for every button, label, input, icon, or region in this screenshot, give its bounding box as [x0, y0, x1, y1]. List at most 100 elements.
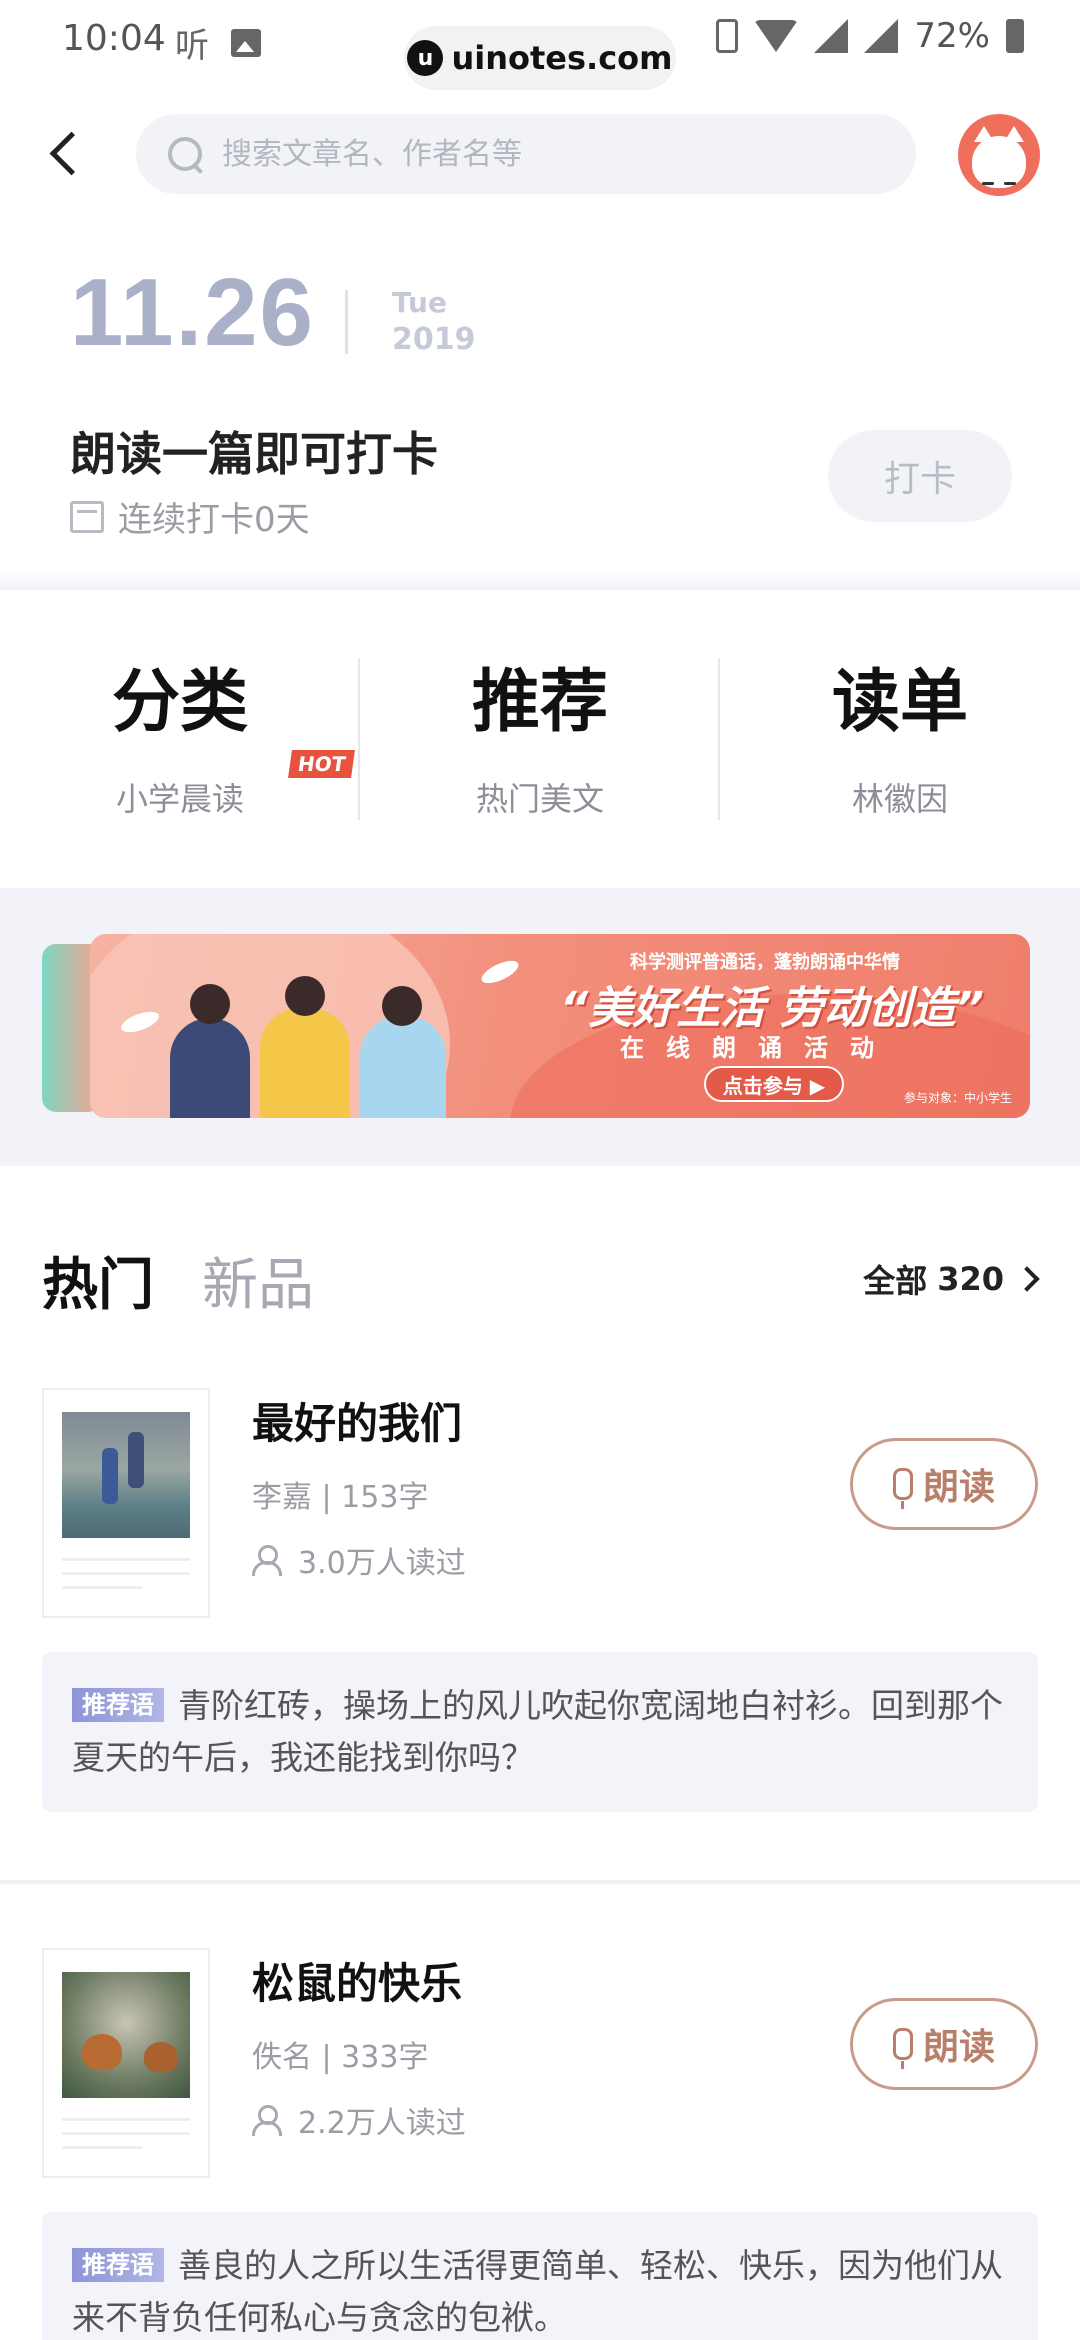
uinotes-logo-icon: u — [407, 40, 444, 76]
read-aloud-button[interactable]: 朗读 — [850, 1998, 1038, 2090]
hot-badge: HOT — [288, 750, 356, 778]
recommendation-tag: 推荐语 — [72, 1688, 164, 1722]
article-thumbnail — [42, 1388, 210, 1618]
article-meta: 佚名 | 333字 — [252, 2040, 429, 2075]
person-illustration — [360, 1016, 446, 1118]
person-head — [285, 976, 325, 1016]
category-recommend[interactable]: 推荐 热门美文 — [360, 590, 720, 888]
thumb-text-line — [62, 2132, 190, 2135]
people-icon — [252, 2105, 288, 2136]
article-thumbnail — [42, 1948, 210, 2178]
read-aloud-label: 朗读 — [922, 1467, 995, 1508]
thumb-text-line — [62, 1586, 142, 1589]
recommendation-text: 青阶红砖，操场上的风儿吹起你宽阔地白衬衫。回到那个夏天的午后，我还能找到你吗？ — [72, 1686, 1003, 1777]
thumb-text-line — [62, 2118, 190, 2121]
search-input[interactable] — [222, 136, 822, 172]
category-title: 读单 — [831, 662, 968, 742]
checkin-streak: 连续打卡0天 — [70, 492, 310, 541]
person-illustration — [260, 1008, 350, 1118]
status-bar: 10:04 听 u uinotes.com 72% — [0, 0, 1080, 90]
recommendation-text: 善良的人之所以生活得更简单、轻松、快乐，因为他们从来不背负任何私心与贪念的包袱。 — [72, 2246, 1003, 2337]
signal-icon-2 — [864, 19, 899, 53]
recommendation-box: 推荐语 善良的人之所以生活得更简单、轻松、快乐，因为他们从来不背负任何私心与贪念的… — [42, 2212, 1038, 2340]
read-aloud-label: 朗读 — [922, 2027, 995, 2068]
category-title: 推荐 — [471, 662, 608, 742]
checkin-title: 朗读一篇即可打卡 — [70, 427, 438, 481]
date-separator — [345, 290, 348, 354]
article-item[interactable]: 松鼠的快乐 佚名 | 333字 2.2万人读过 朗读 — [0, 1948, 1080, 2188]
article-cover-image — [62, 1412, 190, 1538]
figure-illustration — [102, 1448, 118, 1504]
calendar-icon — [70, 500, 104, 533]
microphone-icon — [892, 2028, 913, 2069]
cat-face-icon — [972, 136, 1026, 188]
tab-new[interactable]: 新品 — [202, 1240, 314, 1321]
url-watermark: u uinotes.com — [404, 26, 676, 90]
cat-eye-left — [982, 182, 994, 185]
battery-percent: 72% — [914, 16, 990, 56]
thumb-text-line — [62, 1572, 190, 1575]
app-notification-icon: 听 — [175, 26, 209, 66]
article-reads: 3.0万人读过 — [252, 1538, 466, 1582]
squirrel-illustration — [82, 2034, 122, 2070]
banner-target-audience: 参与对象：中小学生 — [903, 1091, 1012, 1105]
date-day-month: 11.26 — [70, 259, 315, 366]
category-title: 分类 — [111, 662, 248, 742]
category-subtitle: 热门美文 — [475, 780, 604, 818]
signal-icon — [814, 19, 849, 53]
status-time: 10:04 — [62, 18, 166, 59]
recommendation-box: 推荐语 青阶红砖，操场上的风儿吹起你宽阔地白衬衫。回到那个夏天的午后，我还能找到你… — [42, 1652, 1038, 1812]
recommendation-tag: 推荐语 — [72, 2248, 164, 2282]
list-divider — [0, 1880, 1080, 1884]
image-notification-icon — [231, 28, 261, 57]
view-all-link[interactable]: 全部 320 — [863, 1256, 1040, 1302]
cat-eye-right — [1004, 182, 1016, 185]
view-all-count: 320 — [937, 1260, 1004, 1298]
tab-hot[interactable]: 热门 — [42, 1240, 154, 1321]
category-reading-list[interactable]: 读单 林徽因 — [720, 590, 1080, 888]
url-text: uinotes.com — [451, 39, 673, 77]
category-row: 分类 小学晨读 HOT 推荐 热门美文 读单 林徽因 — [0, 590, 1080, 888]
article-reads: 2.2万人读过 — [252, 2098, 466, 2142]
person-head — [190, 984, 230, 1024]
banner-card[interactable]: 科学测评普通话，蓬勃朗诵中华情 “美好生活 劳动创造” 在线朗诵活动 点击参与 … — [90, 934, 1030, 1118]
chevron-right-icon — [1014, 1266, 1040, 1292]
thumb-text-line — [62, 2146, 142, 2149]
person-head — [382, 986, 422, 1026]
read-aloud-button[interactable]: 朗读 — [850, 1438, 1038, 1530]
checkin-button[interactable]: 打卡 — [828, 430, 1012, 522]
people-icon — [252, 1545, 288, 1576]
avatar[interactable] — [958, 114, 1040, 196]
dove-icon — [478, 956, 522, 988]
banner-headline: “美好生活 劳动创造” — [560, 983, 984, 1034]
date-year: 2019 — [392, 322, 476, 357]
wifi-icon — [754, 20, 799, 52]
article-meta: 李嘉 | 153字 — [252, 1480, 429, 1515]
banner-carousel: 科学测评普通话，蓬勃朗诵中华情 “美好生活 劳动创造” 在线朗诵活动 点击参与 … — [0, 888, 1080, 1166]
article-title: 松鼠的快乐 — [252, 1959, 463, 2008]
microphone-icon — [892, 1468, 913, 1509]
article-cover-image — [62, 1972, 190, 2098]
figure-illustration — [128, 1432, 144, 1488]
checkin-streak-text: 连续打卡0天 — [118, 500, 310, 540]
battery-icon — [1006, 19, 1024, 53]
search-icon — [166, 135, 204, 173]
article-reads-text: 2.2万人读过 — [298, 2106, 466, 2141]
section-divider — [0, 568, 1080, 590]
article-reads-text: 3.0万人读过 — [298, 1546, 466, 1581]
status-notification-icons: 听 — [175, 18, 261, 67]
status-system-icons: 72% — [716, 16, 1024, 56]
banner-cta-button[interactable]: 点击参与 ▶ — [704, 1066, 844, 1102]
view-all-label: 全部 — [863, 1262, 928, 1300]
thumb-text-line — [62, 1558, 190, 1561]
banner-top-line: 科学测评普通话，蓬勃朗诵中华情 — [630, 952, 900, 973]
search-bar[interactable] — [136, 114, 916, 194]
date-weekday: Tue — [392, 286, 447, 319]
category-subtitle: 林徽因 — [851, 780, 948, 818]
squirrel-illustration — [144, 2042, 178, 2072]
category-classify[interactable]: 分类 小学晨读 HOT — [0, 590, 360, 888]
category-subtitle: 小学晨读 — [115, 780, 244, 818]
back-button[interactable] — [44, 126, 84, 182]
banner-subline: 在线朗诵活动 — [620, 1034, 896, 1062]
person-illustration — [170, 1018, 250, 1118]
